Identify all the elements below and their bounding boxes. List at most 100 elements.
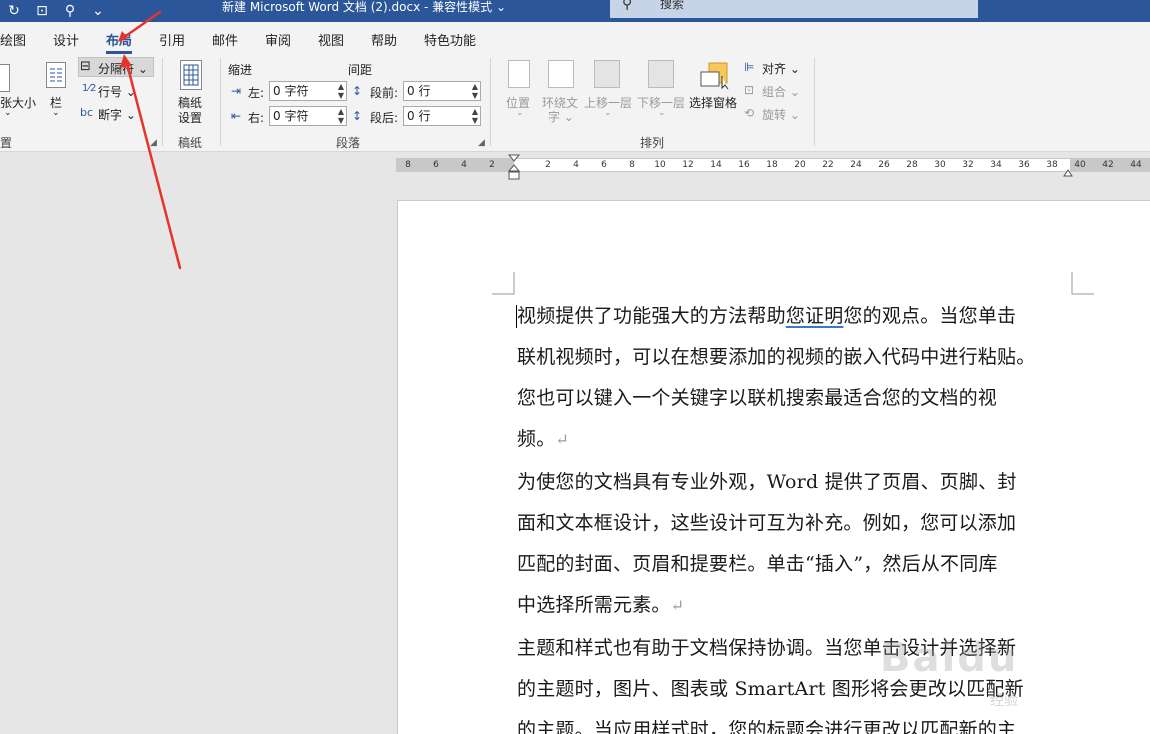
dialog-launcher-icon[interactable]: ◢ — [478, 138, 485, 148]
tab-references[interactable]: 引用 — [159, 30, 185, 49]
ruler-tick: 20 — [794, 160, 806, 170]
rotate-button[interactable]: 旋转 ⌄ — [762, 106, 800, 123]
ruler-tick: 4 — [573, 160, 579, 170]
paragraph-mark-icon: ↵ — [670, 596, 685, 615]
chevron-down-icon: ⌄ — [52, 108, 60, 118]
draft-paper-icon — [180, 60, 202, 90]
selection-pane-button[interactable]: 选择窗格 — [689, 94, 737, 111]
wrap-text-button-line2[interactable]: 字 ⌄ — [548, 108, 574, 125]
text-line: 为使您的文档具有专业外观，Word 提供了页眉、页脚、封 — [517, 471, 1017, 493]
ruler-tick: 34 — [990, 160, 1002, 170]
chevron-down-icon: ⌄ — [4, 108, 12, 118]
spinner-icon[interactable]: ▲ ▼ — [338, 82, 344, 100]
search-tool-icon[interactable]: ⚲ — [56, 3, 84, 19]
spacing-after-value: 0 行 — [407, 109, 431, 123]
tab-draw[interactable]: 绘图 — [0, 30, 26, 49]
spacing-before-input[interactable]: 0 行 ▲ ▼ — [403, 81, 481, 101]
tab-view[interactable]: 视图 — [318, 30, 344, 49]
bring-forward-icon — [594, 60, 620, 88]
spacing-before-value: 0 行 — [407, 84, 431, 98]
spinner-icon[interactable]: ▲ ▼ — [338, 107, 344, 125]
chevron-down-icon: ⌄ — [604, 108, 612, 118]
spinner-icon[interactable]: ▲ ▼ — [472, 107, 478, 125]
align-button[interactable]: 对齐 ⌄ — [762, 60, 800, 77]
line-numbers-icon: 1⁄2 — [82, 83, 97, 94]
tab-review[interactable]: 审阅 — [265, 30, 291, 49]
tab-special-features[interactable]: 特色功能 — [424, 30, 476, 49]
indent-right-input[interactable]: 0 字符 ▲ ▼ — [269, 106, 347, 126]
group-separator — [814, 58, 815, 146]
paragraph-1[interactable]: 视频提供了功能强大的方法帮助您证明您的观点。当您单击 联机视频时，可以在想要添加… — [517, 296, 1077, 460]
ruler-tick: 14 — [710, 160, 722, 170]
ruler-tick: 40 — [1074, 160, 1086, 170]
margin-corner-top-left — [492, 272, 516, 296]
title-bar: ↻ ⊡ ⚲ ⌄ 新建 Microsoft Word 文档 (2).docx - … — [0, 0, 1150, 22]
ruler-tick: 32 — [962, 160, 974, 170]
ruler-tick: 44 — [1130, 160, 1142, 170]
text-cursor — [516, 305, 517, 328]
text-line: 中选择所需元素。↵ — [517, 594, 685, 616]
wrap-text-icon — [548, 60, 574, 88]
indent-title: 缩进 — [228, 63, 253, 77]
ruler-tick: 4 — [461, 160, 467, 170]
ribbon: 张大小 ⌄ 栏 ⌄ ⊟ 分隔符 ⌄ 1⁄2 行号 ⌄ bc 断字 ⌄ 置 ◢ 稿… — [0, 54, 1150, 152]
ruler-tick: 28 — [906, 160, 918, 170]
ruler-tick: 30 — [934, 160, 946, 170]
ruler-tick: 42 — [1102, 160, 1114, 170]
ruler-left-margin — [396, 159, 514, 171]
align-icon: ⊫ — [744, 60, 755, 74]
quick-access-toolbar: ↻ ⊡ ⚲ ⌄ — [0, 0, 112, 22]
group-objects-button[interactable]: 组合 ⌄ — [762, 83, 800, 100]
margin-corner-top-right — [1070, 272, 1094, 296]
spacing-after-icon: ↕ — [352, 109, 363, 123]
ruler-tick: 2 — [545, 160, 551, 170]
indent-left-value: 0 字符 — [273, 84, 309, 98]
redo-icon[interactable]: ↻ — [0, 3, 28, 19]
first-line-indent-marker[interactable] — [507, 154, 521, 180]
grammar-flag[interactable]: 您证明 — [786, 305, 844, 327]
spacing-title: 间距 — [348, 63, 373, 77]
text-line: 联机视频时，可以在想要添加的视频的嵌入代码中进行粘贴。 — [517, 346, 1036, 368]
text-line: 面和文本框设计，这些设计可互为补充。例如，您可以添加 — [517, 512, 1017, 534]
group-label-paragraph: 段落 — [336, 136, 361, 150]
paragraph-2[interactable]: 为使您的文档具有专业外观，Word 提供了页眉、页脚、封 面和文本框设计，这些设… — [517, 462, 1077, 626]
indent-left-label: 左: — [248, 86, 265, 100]
customize-qat-icon[interactable]: ⌄ — [84, 3, 112, 19]
spacing-after-input[interactable]: 0 行 ▲ ▼ — [403, 106, 481, 126]
watermark-sub: 经验 — [990, 693, 1018, 709]
spinner-icon[interactable]: ▲ ▼ — [472, 82, 478, 100]
ruler-tick: 2 — [489, 160, 495, 170]
ruler-tick: 8 — [629, 160, 635, 170]
ruler-tick: 16 — [738, 160, 750, 170]
indent-left-input[interactable]: 0 字符 ▲ ▼ — [269, 81, 347, 101]
search-box[interactable]: ⚲ 搜索 — [610, 0, 978, 18]
group-separator — [220, 58, 221, 146]
indent-left-icon: ⇥ — [231, 84, 242, 98]
watermark-logo: Baidu — [880, 635, 1019, 681]
ruler-tick: 10 — [654, 160, 666, 170]
text-line: 您也可以键入一个关键字以联机搜索最适合您的文档的视 — [517, 387, 998, 409]
ribbon-tabs: 绘图 设计 布局 引用 邮件 审阅 视图 帮助 特色功能 — [0, 22, 1150, 54]
ruler-tick: 12 — [682, 160, 694, 170]
dialog-launcher-icon[interactable]: ◢ — [150, 138, 157, 148]
line-numbers-button[interactable]: 行号 ⌄ — [98, 83, 136, 100]
tab-design[interactable]: 设计 — [53, 30, 79, 49]
position-icon — [508, 60, 530, 88]
text-line: 的主题。当应用样式时，您的标题会进行更改以匹配新的主 — [517, 719, 1017, 734]
send-backward-icon — [648, 60, 674, 88]
text-line: 频。↵ — [517, 428, 570, 450]
tab-mailings[interactable]: 邮件 — [212, 30, 238, 49]
paragraph-mark-icon: ↵ — [555, 430, 570, 449]
hyphenation-button[interactable]: 断字 ⌄ — [98, 106, 136, 123]
ruler-tick: 8 — [405, 160, 411, 170]
tab-layout[interactable]: 布局 — [106, 30, 133, 54]
group-separator — [490, 58, 491, 146]
ruler-tick: 36 — [1018, 160, 1030, 170]
touch-mode-icon[interactable]: ⊡ — [28, 3, 56, 19]
draft-settings-button-line2[interactable]: 设置 — [178, 109, 202, 126]
breaks-button[interactable]: 分隔符 ⌄ — [98, 60, 148, 77]
tab-help[interactable]: 帮助 — [371, 30, 397, 49]
right-indent-marker[interactable] — [1063, 166, 1073, 177]
spacing-after-label: 段后: — [370, 111, 399, 125]
indent-right-icon: ⇤ — [231, 109, 242, 123]
